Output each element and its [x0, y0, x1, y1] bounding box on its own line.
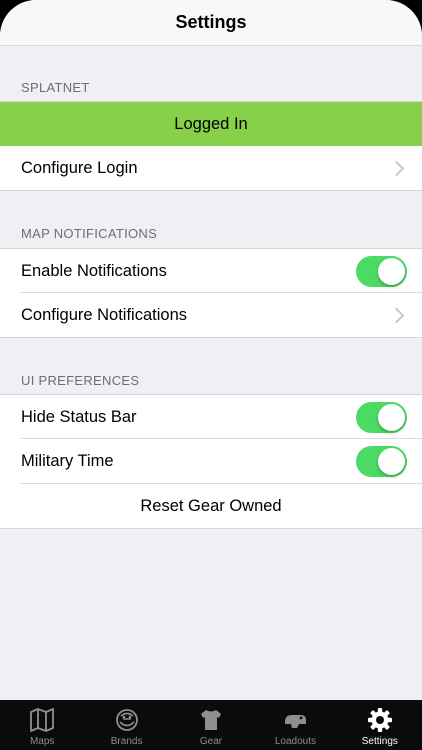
configure-notifications-row[interactable]: Configure Notifications: [0, 293, 422, 338]
tab-loadouts[interactable]: Loadouts: [253, 700, 337, 750]
brands-icon: [115, 709, 138, 731]
shirt-icon: [201, 710, 222, 730]
hide-status-bar-row: Hide Status Bar: [0, 394, 422, 439]
hide-status-bar-label: Hide Status Bar: [21, 407, 137, 426]
page-title: Settings: [175, 12, 247, 32]
loadouts-icon: [285, 715, 307, 728]
toggle-knob: [378, 403, 405, 431]
hide-status-bar-toggle[interactable]: [356, 401, 407, 433]
enable-notifications-label: Enable Notifications: [21, 261, 167, 280]
tab-brands[interactable]: Brands: [84, 700, 168, 750]
toggle-knob: [378, 448, 405, 475]
chevron-right-icon: [388, 307, 405, 323]
settings-screen: Settings SPLATNET Logged In Configure Lo…: [0, 0, 422, 750]
tab-maps[interactable]: Maps: [0, 700, 84, 750]
gear-icon: [367, 708, 392, 732]
military-time-toggle[interactable]: [356, 446, 407, 477]
tab-gear[interactable]: Gear: [169, 700, 253, 750]
military-time-row: Military Time: [0, 439, 422, 484]
login-status-banner[interactable]: Logged In: [0, 101, 422, 147]
reset-gear-owned-label: Reset Gear Owned: [140, 496, 282, 515]
tab-label: Gear: [199, 736, 223, 747]
tab-label: Loadouts: [274, 736, 316, 747]
chevron-right-icon: [388, 160, 405, 176]
military-time-label: Military Time: [21, 452, 114, 470]
tab-label: Maps: [29, 736, 55, 747]
configure-login-label: Configure Login: [21, 158, 138, 177]
navigation-bar: Settings: [0, 0, 422, 46]
section-header-ui-preferences: UI PREFERENCES: [21, 373, 140, 388]
login-status-label: Logged In: [174, 115, 248, 133]
tab-label: Settings: [361, 736, 398, 747]
configure-login-row[interactable]: Configure Login: [0, 146, 422, 191]
map-icon: [30, 708, 55, 732]
section-header-splatnet: SPLATNET: [21, 80, 90, 95]
tab-bar: Maps Brands Gear Loadouts Settings: [0, 700, 422, 750]
enable-notifications-row: Enable Notifications: [0, 248, 422, 293]
toggle-knob: [378, 257, 405, 285]
tab-settings[interactable]: Settings: [338, 700, 422, 750]
section-header-map-notifications: MAP NOTIFICATIONS: [21, 226, 158, 241]
reset-gear-owned-button[interactable]: Reset Gear Owned: [0, 484, 422, 529]
configure-notifications-label: Configure Notifications: [21, 305, 187, 324]
tab-label: Brands: [110, 736, 143, 747]
enable-notifications-toggle[interactable]: [356, 255, 407, 287]
